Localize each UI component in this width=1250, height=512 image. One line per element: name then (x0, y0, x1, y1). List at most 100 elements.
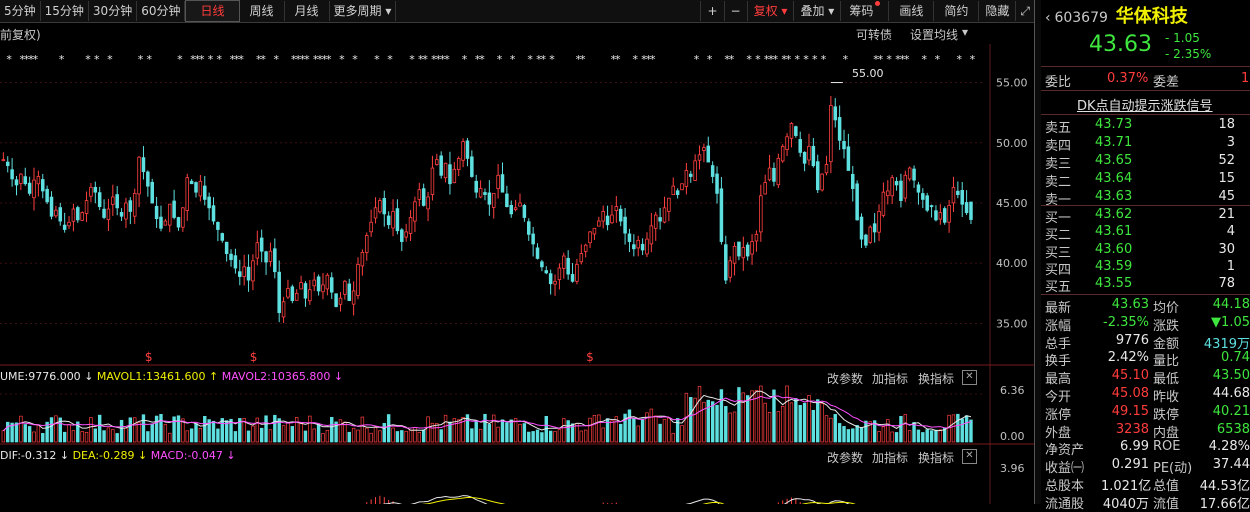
candle-body (111, 196, 115, 205)
period-30min[interactable]: 30分钟 (89, 1, 138, 21)
volume-bar (794, 398, 798, 443)
ask-row[interactable]: 卖四 43.71 3 (1045, 135, 1250, 154)
volume-bar (102, 430, 106, 443)
dollar-markers: $ $ $ (145, 350, 594, 364)
volume-bar (632, 418, 636, 443)
ask-row[interactable]: 卖一 43.63 45 (1045, 189, 1250, 208)
set-ma-button[interactable]: 设置均线 (910, 26, 958, 43)
bid-price: 43.55 (1095, 276, 1133, 292)
bid-row[interactable]: 买二 43.61 4 (1045, 224, 1250, 243)
candle-body (794, 126, 798, 136)
candle-body (645, 238, 649, 255)
signal-star: * (886, 53, 892, 66)
ask-price: 43.63 (1095, 189, 1133, 204)
candle-body (286, 288, 290, 298)
period-60min[interactable]: 60分钟 (137, 1, 186, 21)
period-5min[interactable]: 5分钟 (0, 1, 41, 21)
volume-edit-params-button[interactable]: 改参数 (827, 370, 863, 387)
weibi-label: 委比 (1045, 75, 1072, 90)
candle-body (49, 196, 54, 217)
stat-value: 6538 (1216, 421, 1250, 437)
ask-row[interactable]: 卖五 43.73 18 (1045, 117, 1250, 136)
period-more-button[interactable]: 更多周期 ▾ (330, 1, 397, 21)
candle-body (89, 186, 93, 197)
candle-body (522, 205, 527, 218)
signal-star: * (821, 53, 827, 66)
candle-body (154, 205, 159, 220)
volume-bar (689, 397, 693, 443)
volume-bar (767, 412, 772, 443)
expand-icon[interactable]: ⤢ (1015, 1, 1034, 21)
mavol1-value: MAVOL1:13461.600 (96, 370, 206, 383)
candlestick-chart[interactable]: * **** * * * * * * * *** * * *** ** * **** **** * * * * * ** **… (0, 44, 1034, 504)
macd-y-tick: 3.96 (1000, 462, 1025, 475)
stat-row: 涨幅 -2.35% 涨跌 ▼1.05 (1045, 315, 1250, 334)
chevron-down-icon: ▾ (385, 4, 392, 18)
volume-bar (496, 426, 500, 443)
bid-row[interactable]: 买四 43.59 1 (1045, 259, 1250, 278)
fuquan-button[interactable]: 复权 ▾ (746, 1, 794, 21)
draw-line-button[interactable]: 画线 (888, 1, 933, 21)
bid-volume: 4 (1226, 224, 1235, 240)
volume-bar (487, 424, 492, 443)
volume-bar (386, 414, 391, 443)
volume-bar (23, 424, 27, 443)
zoom-out-button[interactable]: − (723, 1, 747, 21)
dk-signal-link[interactable]: DK点自动提示涨跌信号 (1077, 95, 1213, 114)
volume-bar (492, 414, 496, 443)
close-icon[interactable]: ✕ (962, 370, 977, 385)
period-15min[interactable]: 15分钟 (41, 1, 89, 21)
candle-body (32, 179, 36, 199)
candle-body (505, 193, 509, 208)
macd-switch-indicator-button[interactable]: 换指标 (918, 449, 954, 466)
bid-row[interactable]: 买五 43.55 78 (1045, 276, 1250, 295)
bid-row[interactable]: 买三 43.60 30 (1045, 242, 1250, 261)
volume-bar (890, 431, 894, 443)
volume-bar (592, 414, 597, 443)
ask-level-label: 卖二 (1045, 175, 1072, 190)
volume-bar (636, 425, 640, 443)
macd-edit-params-button[interactable]: 改参数 (827, 449, 863, 466)
chevron-down-icon[interactable]: ▾ (962, 25, 968, 39)
chevron-left-icon[interactable]: ‹ (1045, 10, 1051, 26)
overlay-button[interactable]: 叠加 ▾ (793, 1, 840, 21)
candle-body (496, 174, 500, 189)
volume-bar (540, 432, 544, 443)
ask-row[interactable]: 卖三 43.65 52 (1045, 153, 1250, 172)
ask-price: 43.71 (1095, 135, 1133, 150)
ask-price: 43.73 (1095, 117, 1133, 132)
hide-button[interactable]: 隐藏 (978, 1, 1015, 21)
candle-body (872, 223, 877, 233)
candle-body (67, 221, 71, 227)
bid-row[interactable]: 买一 43.62 21 (1045, 207, 1250, 226)
candle-body (798, 139, 802, 153)
zoom-in-button[interactable]: + (700, 1, 723, 21)
volume-bar (864, 420, 868, 443)
stat-label: 跌停 (1153, 407, 1180, 423)
volume-value: UME:9776.000 (0, 370, 81, 383)
candle-body (667, 197, 671, 212)
signal-star: * (260, 53, 266, 66)
chips-button[interactable]: 筹码 (840, 1, 888, 21)
ask-row[interactable]: 卖二 43.64 15 (1045, 171, 1250, 190)
volume-bar (710, 401, 715, 443)
simple-mode-button[interactable]: 简约 (933, 1, 978, 21)
period-daily[interactable]: 日线 (185, 0, 240, 22)
candle-body (76, 207, 80, 221)
volume-y-tick-top: 6.36 (1000, 384, 1025, 397)
period-weekly[interactable]: 周线 (240, 1, 285, 21)
signal-star: * (217, 53, 223, 66)
candle-body (338, 297, 343, 305)
volume-add-indicator-button[interactable]: 加指标 (872, 370, 908, 387)
candle-body (382, 198, 387, 215)
volume-bar (421, 429, 426, 443)
stat-value: 0.74 (1221, 350, 1250, 366)
weibi-value: 0.37% (1107, 71, 1149, 86)
macd-add-indicator-button[interactable]: 加指标 (872, 449, 908, 466)
convertible-bond-link[interactable]: 可转债 (856, 26, 892, 43)
close-icon[interactable]: ✕ (962, 449, 977, 464)
down-arrow-icon: ↓ (138, 449, 148, 462)
period-monthly[interactable]: 月线 (285, 1, 330, 21)
volume-switch-indicator-button[interactable]: 换指标 (918, 370, 954, 387)
candle-body (224, 241, 229, 254)
